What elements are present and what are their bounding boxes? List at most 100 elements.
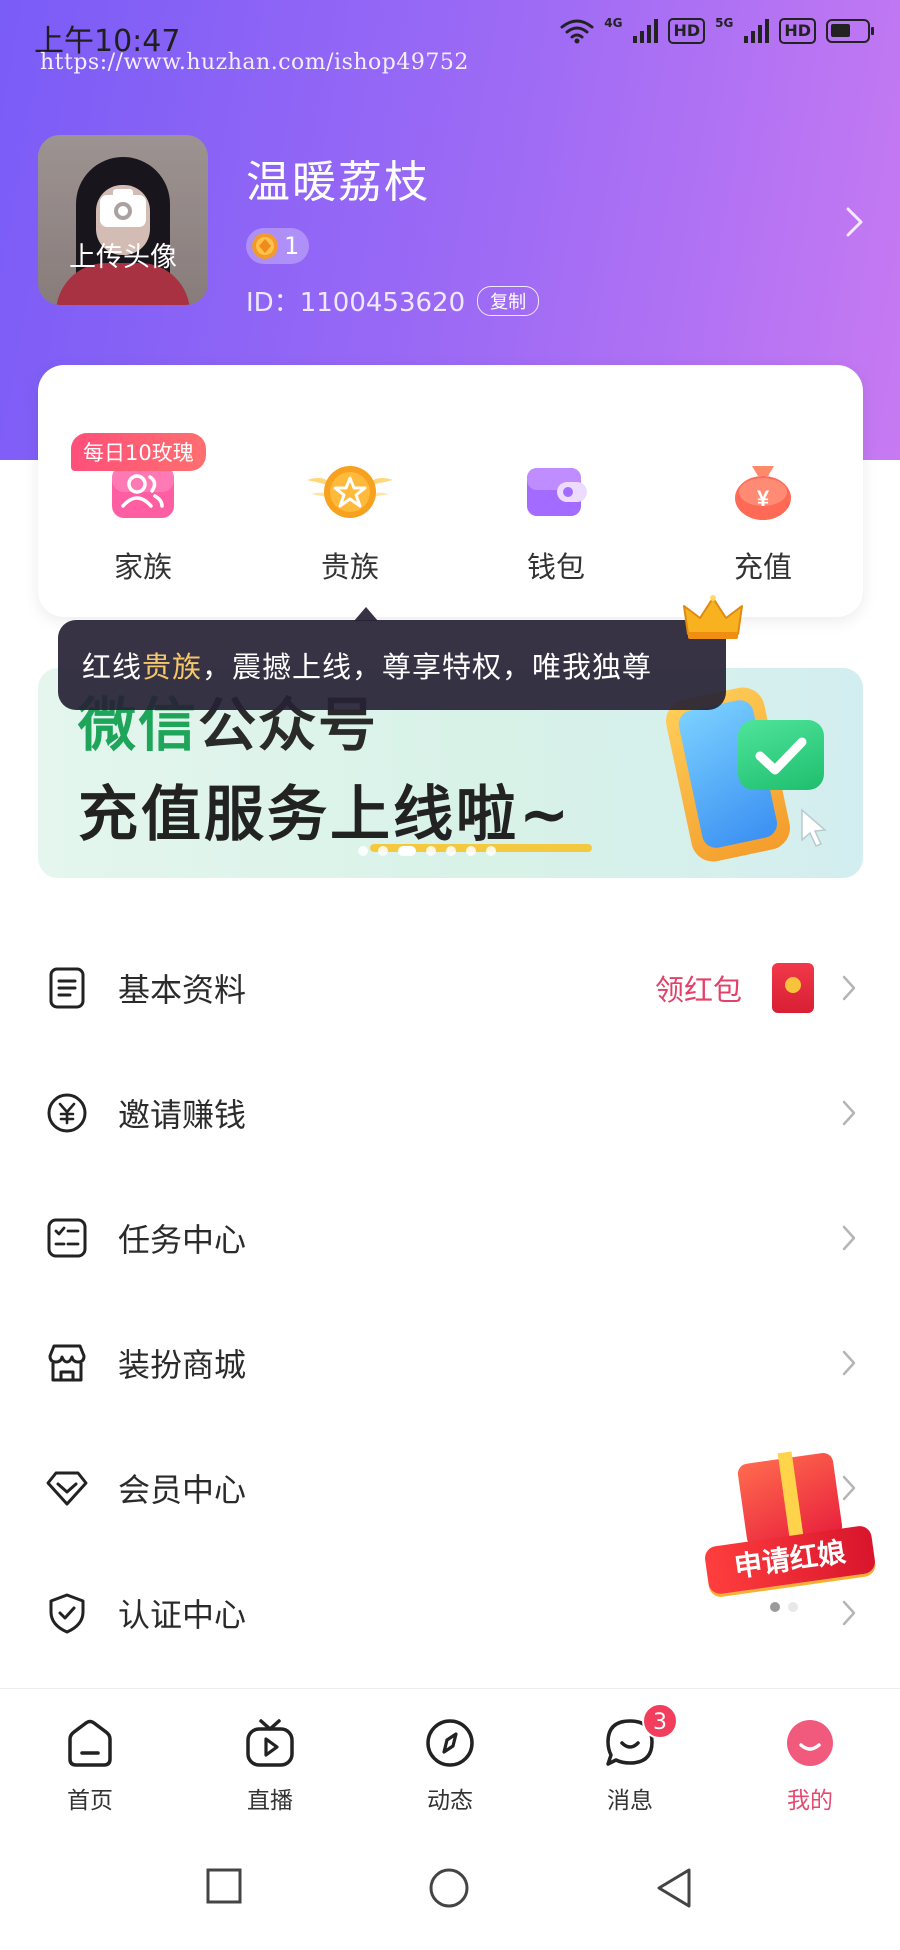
action-label: 家族 — [113, 550, 172, 584]
copy-id-button[interactable]: 复制 — [477, 285, 540, 316]
back-triangle-icon[interactable] — [655, 1867, 693, 1909]
unread-badge: 3 — [642, 1703, 678, 1739]
avatar-upload[interactable]: 上传头像 — [38, 135, 208, 305]
menu-item-basic-info[interactable]: 基本资料 领红包 — [0, 925, 900, 1050]
banner-subheadline: 充值服务上线啦~ — [78, 780, 573, 850]
tooltip-prefix: 红线 — [82, 650, 143, 684]
svg-text:¥: ¥ — [757, 486, 770, 511]
nav-label: 直播 — [247, 1788, 293, 1814]
red-packet-link[interactable]: 领红包 — [655, 967, 742, 1009]
carousel-dot — [358, 846, 368, 856]
action-wallet[interactable]: 钱包 — [471, 460, 641, 586]
promo-dot-active — [770, 1602, 780, 1612]
battery-level — [831, 24, 850, 37]
camera-icon — [100, 189, 146, 227]
signal-icon — [744, 19, 770, 43]
watermark-url: https://www.huzhan.com/ishop49752 — [40, 50, 469, 75]
system-navigation-bar — [0, 1835, 900, 1945]
level-badge: 1 — [246, 228, 310, 264]
promo-dots — [770, 1602, 798, 1612]
carousel-dot-active — [398, 846, 416, 856]
menu-item-task-center[interactable]: 任务中心 — [0, 1175, 900, 1300]
username: 温暖荔枝 — [246, 157, 430, 208]
diamond-icon — [46, 1471, 88, 1506]
wifi-icon — [560, 19, 594, 44]
recent-apps-icon[interactable] — [205, 1867, 243, 1905]
home-circle-icon[interactable] — [428, 1867, 470, 1909]
matchmaker-promo-float[interactable]: 申请红娘 — [700, 1440, 880, 1596]
user-id-row: ID：1100453620 复制 — [246, 282, 540, 319]
user-id: ID：1100453620 — [246, 288, 466, 318]
nav-moments[interactable]: 动态 — [390, 1715, 510, 1815]
noble-tooltip[interactable]: 红线 贵族 ，震撼上线，尊享特权，唯我独尊 — [58, 620, 726, 710]
tooltip-highlight: 贵族 — [142, 650, 203, 684]
nav-label: 消息 — [607, 1788, 653, 1814]
nav-home[interactable]: 首页 — [30, 1715, 150, 1815]
action-label: 贵族 — [320, 550, 379, 584]
carousel-dot — [446, 846, 456, 856]
chevron-right-icon — [842, 975, 856, 1000]
menu-item-label: 基本资料 — [118, 970, 247, 1009]
compass-icon — [426, 1719, 474, 1767]
avatar-upload-label: 上传头像 — [69, 242, 177, 273]
cursor-icon — [801, 808, 827, 847]
action-family[interactable]: 家族 — [58, 460, 228, 586]
carousel-dot — [378, 846, 388, 856]
profile-face-icon — [787, 1720, 833, 1766]
battery-icon — [826, 19, 874, 43]
carousel-dot — [466, 846, 476, 856]
red-packet-icon[interactable] — [772, 962, 814, 1013]
chevron-right-icon — [842, 1350, 856, 1375]
nav-label: 动态 — [427, 1788, 473, 1814]
tooltip-arrow — [354, 607, 378, 621]
action-noble[interactable]: 贵族 — [265, 460, 435, 586]
quick-actions-card: 家族 每日10玫瑰 贵族 钱包 ¥ 充值 — [38, 365, 863, 617]
menu-item-label: 认证中心 — [118, 1595, 247, 1634]
yuan-coin-icon — [47, 1093, 87, 1133]
menu-item-label: 任务中心 — [118, 1220, 247, 1259]
chevron-right-icon — [842, 1600, 856, 1625]
carousel-dot — [426, 846, 436, 856]
carousel-dot — [486, 846, 496, 856]
action-recharge[interactable]: ¥ 充值 — [678, 460, 848, 586]
menu-item-dress-store[interactable]: 装扮商城 — [0, 1300, 900, 1425]
action-label: 钱包 — [526, 550, 585, 584]
tv-play-icon — [246, 1719, 294, 1767]
recharge-icon: ¥ — [728, 460, 798, 522]
status-bar: 上午10:47 https://www.huzhan.com/ishop4975… — [0, 0, 900, 75]
menu-item-label: 装扮商城 — [118, 1345, 247, 1384]
daily-roses-tag: 每日10玫瑰 — [71, 433, 206, 471]
promo-label: 申请红娘 — [703, 1524, 877, 1596]
hd-badge: HD — [668, 18, 706, 44]
level-value: 1 — [284, 232, 300, 260]
store-icon — [48, 1344, 86, 1382]
menu-item-label: 会员中心 — [118, 1470, 247, 1509]
document-icon — [49, 967, 85, 1009]
network-4g-label: 4G — [604, 16, 623, 30]
tooltip-suffix: ，震撼上线，尊享特权，唯我独尊 — [202, 650, 653, 684]
nav-label: 首页 — [67, 1788, 113, 1814]
profile-chevron-right-icon[interactable] — [844, 205, 866, 239]
action-label: 充值 — [733, 550, 792, 584]
promo-dot — [788, 1602, 798, 1612]
hd-badge: HD — [779, 18, 816, 44]
menu-item-label: 邀请赚钱 — [118, 1095, 247, 1134]
home-icon — [68, 1719, 112, 1767]
crown-icon — [683, 595, 743, 639]
nav-mine[interactable]: 我的 — [750, 1715, 870, 1815]
carousel-dots — [358, 846, 496, 856]
checklist-icon — [47, 1218, 87, 1258]
nav-live[interactable]: 直播 — [210, 1715, 330, 1815]
network-5g-label: 5G — [715, 16, 734, 30]
signal-icon — [633, 19, 659, 43]
level-coin-icon — [252, 233, 278, 259]
chevron-right-icon — [842, 1100, 856, 1125]
check-bubble-icon — [738, 720, 824, 790]
noble-icon — [307, 460, 393, 522]
chevron-right-icon — [842, 1225, 856, 1250]
wallet-icon — [521, 460, 591, 522]
nav-messages[interactable]: 3 消息 — [570, 1703, 690, 1815]
menu-item-invite[interactable]: 邀请赚钱 — [0, 1050, 900, 1175]
nav-label: 我的 — [787, 1788, 833, 1814]
bottom-navigation: 首页 直播 动态 3 消息 我的 — [0, 1688, 900, 1814]
